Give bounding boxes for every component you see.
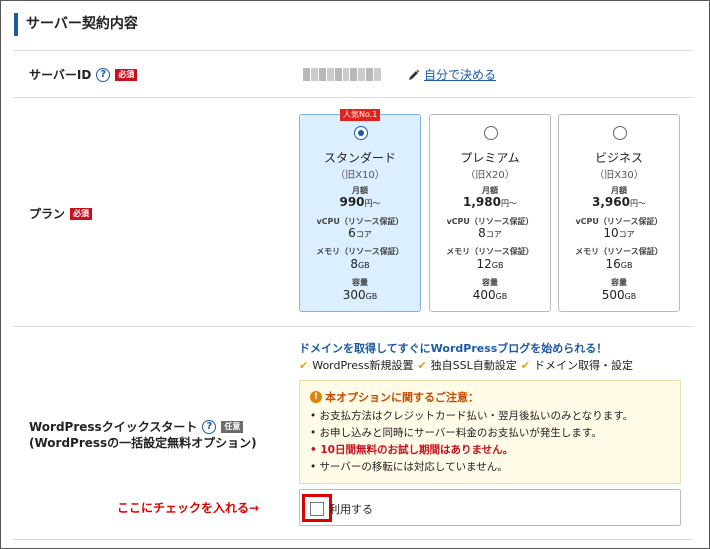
optional-badge: 任意: [221, 420, 244, 433]
plan-price: 990円～: [339, 195, 381, 209]
notice-item: サーバーの移転には対応していません。: [310, 459, 670, 476]
memory-label: メモリ（リソース保証）: [316, 247, 404, 256]
feature-item: 独自SSL自動設定: [430, 359, 517, 372]
notice-item: お支払方法はクレジットカード払い・翌月後払いのみとなります。: [310, 408, 670, 425]
divider: [13, 539, 693, 540]
divider: [13, 326, 693, 327]
storage-label: 容量: [482, 278, 498, 287]
plan-old-name: （旧X30）: [594, 170, 644, 181]
memory-label: メモリ（リソース保証）: [446, 247, 534, 256]
plan-name: ビジネス: [594, 151, 643, 165]
plan-vcpu: 6コア: [348, 226, 372, 240]
help-icon[interactable]: ?: [96, 67, 111, 82]
server-id-label-group: サーバーID ? 必須: [29, 66, 138, 83]
use-label: 利用する: [329, 503, 373, 516]
plan-name: スタンダード: [323, 151, 396, 165]
quickstart-label-group: WordPressクイックスタート ? 任意: [29, 418, 244, 435]
notice-item-warning: 10日間無料のお試し期間はありません。: [310, 442, 670, 459]
plan-storage: 500GB: [601, 288, 637, 302]
plan-memory: 12GB: [476, 257, 504, 271]
required-badge: 必須: [70, 207, 93, 220]
plan-name: プレミアム: [460, 151, 520, 165]
plan-label-group: プラン 必須: [29, 205, 93, 222]
storage-label: 容量: [611, 278, 627, 287]
divider: [13, 97, 693, 98]
memory-label: メモリ（リソース保証）: [575, 247, 663, 256]
notice-list: お支払方法はクレジットカード払い・翌月後払いのみとなります。 お申し込みと同時に…: [310, 408, 670, 476]
feature-item: WordPress新規設置: [312, 359, 414, 372]
decide-server-id-link[interactable]: 自分で決める: [408, 66, 496, 83]
plan-old-name: （旧X20）: [465, 170, 515, 181]
plan-price: 1,980円～: [463, 195, 517, 209]
plan-old-name: （旧X10）: [335, 170, 385, 181]
notice-item: お申し込みと同時にサーバー料金のお支払いが発生します。: [310, 425, 670, 442]
required-badge: 必須: [115, 68, 138, 81]
quickstart-promo: ドメインを取得してすぐにWordPressブログを始められる！: [299, 342, 608, 355]
plan-radio-premium[interactable]: [484, 126, 498, 140]
server-id-label: サーバーID: [29, 68, 92, 82]
popular-badge: 人気No.1: [340, 109, 381, 121]
quickstart-features: ✔ WordPress新規設置 ✔ 独自SSL自動設定 ✔ ドメイン取得・設定: [299, 357, 633, 373]
notice-title: ! 本オプションに関するご注意：: [310, 389, 670, 405]
plan-memory: 8GB: [350, 257, 370, 271]
quickstart-notice: ! 本オプションに関するご注意： お支払方法はクレジットカード払い・翌月後払いの…: [299, 380, 681, 484]
plan-radio-standard[interactable]: [354, 126, 368, 140]
plan-price: 3,960円～: [592, 195, 646, 209]
feature-item: ドメイン取得・設定: [533, 359, 633, 372]
order-form: サーバー契約内容 サーバーID ? 必須 自分で決める プラン 必須 人気No.…: [0, 0, 710, 549]
quickstart-use-option[interactable]: 利用する: [299, 489, 681, 526]
instruction-annotation: ここにチェックを入れる→: [117, 501, 260, 515]
pencil-icon: [409, 69, 420, 80]
plan-label: プラン: [29, 207, 66, 221]
plan-card-standard[interactable]: 人気No.1 スタンダード （旧X10） 月額 990円～ vCPU（リソース保…: [299, 109, 421, 312]
section-title: サーバー契約内容: [14, 13, 138, 36]
highlight-box: [302, 494, 332, 522]
check-icon: ✔: [417, 358, 427, 372]
plan-vcpu: 8コア: [478, 226, 502, 240]
plan-radio-business[interactable]: [613, 126, 627, 140]
plan-card-business[interactable]: ビジネス （旧X30） 月額 3,960円～ vCPU（リソース保証） 10コア…: [558, 114, 680, 312]
plan-memory: 16GB: [605, 257, 633, 271]
divider: [13, 50, 693, 51]
plan-card-premium[interactable]: プレミアム （旧X20） 月額 1,980円～ vCPU（リソース保証） 8コア…: [429, 114, 551, 312]
check-icon: ✔: [299, 358, 309, 372]
use-checkbox[interactable]: [310, 502, 324, 516]
quickstart-label: WordPressクイックスタート: [29, 420, 198, 434]
plan-storage: 300GB: [342, 288, 378, 302]
quickstart-sublabel: (WordPressの一括設定無料オプション): [29, 436, 257, 450]
check-icon: ✔: [520, 358, 530, 372]
plan-storage: 400GB: [472, 288, 508, 302]
storage-label: 容量: [352, 278, 368, 287]
help-icon[interactable]: ?: [202, 419, 217, 434]
exclamation-icon: !: [310, 391, 322, 403]
decide-link-text: 自分で決める: [424, 68, 497, 82]
plan-vcpu: 10コア: [603, 226, 635, 240]
server-id-value-obscured: [303, 68, 382, 81]
